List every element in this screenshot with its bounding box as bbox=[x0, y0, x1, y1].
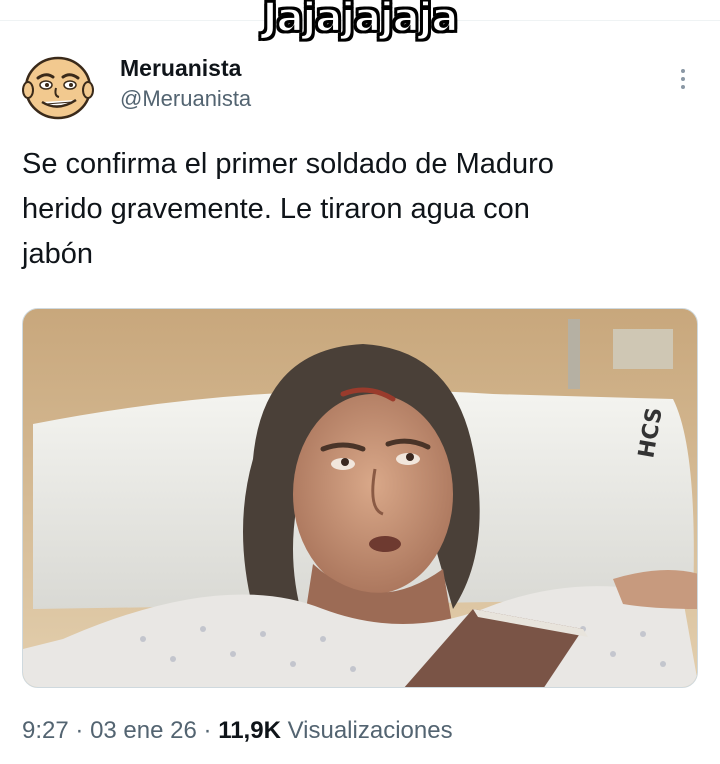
views-count[interactable]: 11,9K bbox=[218, 717, 281, 744]
tweet-text-line: Se confirma el primer soldado de Maduro bbox=[22, 148, 554, 180]
tweet-time[interactable]: 9:27 bbox=[22, 717, 69, 744]
tweet-author[interactable]: Meruanista @Meruanista bbox=[120, 54, 251, 114]
overlay-caption: Jajajajaja bbox=[262, 0, 460, 42]
avatar[interactable] bbox=[20, 52, 96, 122]
meta-separator: · bbox=[203, 717, 212, 744]
tweet-meta: 9:27 · 03 ene 26 · 11,9K Visualizaciones bbox=[22, 712, 453, 750]
views-label: Visualizaciones bbox=[287, 717, 453, 744]
author-handle[interactable]: @Meruanista bbox=[120, 84, 251, 114]
more-options-button[interactable] bbox=[668, 62, 698, 96]
cartoon-bald-man-avatar-icon bbox=[22, 56, 94, 120]
tweet-text: Se confirma el primer soldado de Maduro … bbox=[22, 142, 702, 277]
meta-separator: · bbox=[75, 717, 84, 744]
tweet-media-photo[interactable]: HCS bbox=[22, 308, 698, 688]
author-display-name[interactable]: Meruanista bbox=[120, 54, 251, 82]
tweet-date[interactable]: 03 ene 26 bbox=[90, 717, 197, 744]
tweet-text-line: herido gravemente. Le tiraron agua con bbox=[22, 193, 530, 225]
tweet-text-line: jabón bbox=[22, 238, 93, 270]
vertical-ellipsis-icon bbox=[681, 69, 685, 73]
hospital-bed-photo-image: HCS bbox=[23, 309, 697, 687]
